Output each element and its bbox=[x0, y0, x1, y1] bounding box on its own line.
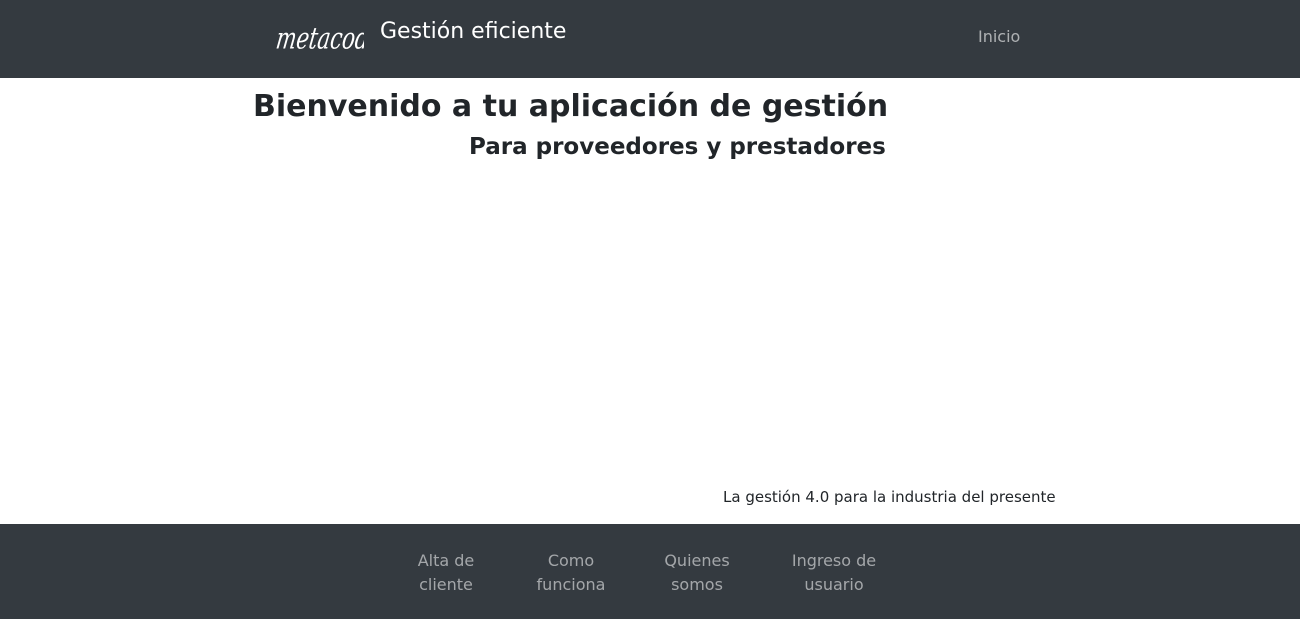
top-navbar: metacodo Gestión eficiente Inicio bbox=[0, 0, 1300, 78]
svg-text:metacodo: metacodo bbox=[274, 22, 364, 56]
footer-link-ingreso-usuario[interactable]: Ingreso de usuario bbox=[784, 549, 884, 597]
footer-link-line: Alta de bbox=[417, 551, 475, 570]
footer-link-line: cliente bbox=[419, 575, 473, 594]
tagline: La gestión 4.0 para la industria del pre… bbox=[723, 488, 1056, 506]
page-subtitle: Para proveedores y prestadores bbox=[469, 134, 886, 160]
footer-link-quienes-somos[interactable]: Quienes somos bbox=[657, 549, 737, 597]
metacodo-logo[interactable]: metacodo bbox=[274, 14, 364, 60]
footer-link-como-funciona[interactable]: Como funciona bbox=[526, 549, 616, 597]
footer-link-line: funciona bbox=[536, 575, 606, 594]
footer-link-line: Ingreso de bbox=[791, 551, 877, 570]
footer-link-line: usuario bbox=[804, 575, 864, 594]
page-title: Bienvenido a tu aplicación de gestión bbox=[253, 89, 889, 124]
footer-link-line: Quienes bbox=[664, 551, 730, 570]
brand-title[interactable]: Gestión eficiente bbox=[380, 18, 566, 46]
footer-link-line: somos bbox=[671, 575, 723, 594]
footer-bar: Alta de cliente Como funciona Quienes so… bbox=[0, 524, 1300, 619]
footer-link-line: Como bbox=[547, 551, 595, 570]
footer-link-alta-cliente[interactable]: Alta de cliente bbox=[406, 549, 486, 597]
nav-link-inicio[interactable]: Inicio bbox=[978, 27, 1020, 47]
